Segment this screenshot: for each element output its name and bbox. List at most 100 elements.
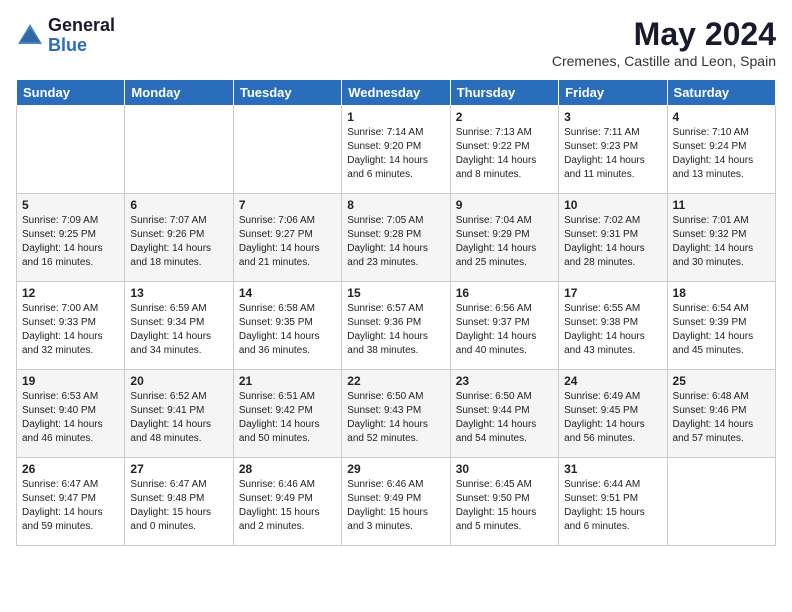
day-number: 8 (347, 198, 444, 212)
day-number: 17 (564, 286, 661, 300)
day-info: Sunrise: 7:11 AM Sunset: 9:23 PM Dayligh… (564, 126, 661, 182)
day-info: Sunrise: 7:05 AM Sunset: 9:28 PM Dayligh… (347, 214, 444, 270)
calendar-cell: 8 Sunrise: 7:05 AM Sunset: 9:28 PM Daylig… (342, 194, 450, 282)
header: General Blue May 2024 Cremenes, Castille… (16, 16, 776, 69)
day-info: Sunrise: 6:48 AM Sunset: 9:46 PM Dayligh… (673, 390, 770, 446)
day-number: 6 (130, 198, 227, 212)
day-number: 23 (456, 374, 553, 388)
day-number: 13 (130, 286, 227, 300)
week-row-1: 1Sunrise: 7:14 AM Sunset: 9:20 PM Daylig… (17, 106, 776, 194)
day-number: 19 (22, 374, 119, 388)
day-info: Sunrise: 7:07 AM Sunset: 9:26 PM Dayligh… (130, 214, 227, 270)
day-number: 22 (347, 374, 444, 388)
page: General Blue May 2024 Cremenes, Castille… (0, 0, 792, 556)
calendar-cell: 29Sunrise: 6:46 AM Sunset: 9:49 PM Dayli… (342, 458, 450, 546)
day-number: 26 (22, 462, 119, 476)
day-info: Sunrise: 6:59 AM Sunset: 9:34 PM Dayligh… (130, 302, 227, 358)
day-info: Sunrise: 6:54 AM Sunset: 9:39 PM Dayligh… (673, 302, 770, 358)
day-number: 7 (239, 198, 336, 212)
day-number: 31 (564, 462, 661, 476)
month-title: May 2024 (552, 16, 776, 53)
logo-blue-text: Blue (48, 36, 115, 56)
calendar-cell: 30Sunrise: 6:45 AM Sunset: 9:50 PM Dayli… (450, 458, 558, 546)
week-row-5: 26 Sunrise: 6:47 AM Sunset: 9:47 PM Dayli… (17, 458, 776, 546)
day-info: Sunrise: 6:50 AM Sunset: 9:43 PM Dayligh… (347, 390, 444, 446)
day-info: Sunrise: 7:13 AM Sunset: 9:22 PM Dayligh… (456, 126, 553, 182)
calendar-cell: 31 Sunrise: 6:44 AM Sunset: 9:51 PM Dayli… (559, 458, 667, 546)
day-number: 24 (564, 374, 661, 388)
day-number: 25 (673, 374, 770, 388)
calendar-cell: 5Sunrise: 7:09 AM Sunset: 9:25 PM Daylig… (17, 194, 125, 282)
calendar-cell: 1Sunrise: 7:14 AM Sunset: 9:20 PM Daylig… (342, 106, 450, 194)
week-row-4: 19 Sunrise: 6:53 AM Sunset: 9:40 PM Dayli… (17, 370, 776, 458)
day-number: 18 (673, 286, 770, 300)
day-number: 14 (239, 286, 336, 300)
day-number: 4 (673, 110, 770, 124)
day-number: 5 (22, 198, 119, 212)
calendar-cell: 6 Sunrise: 7:07 AM Sunset: 9:26 PM Daylig… (125, 194, 233, 282)
calendar-cell: 7 Sunrise: 7:06 AM Sunset: 9:27 PM Daylig… (233, 194, 341, 282)
calendar-table: SundayMondayTuesdayWednesdayThursdayFrid… (16, 79, 776, 546)
calendar-cell (125, 106, 233, 194)
day-info: Sunrise: 6:46 AM Sunset: 9:49 PM Dayligh… (239, 478, 336, 534)
calendar-cell: 27 Sunrise: 6:47 AM Sunset: 9:48 PM Dayli… (125, 458, 233, 546)
day-info: Sunrise: 6:47 AM Sunset: 9:48 PM Dayligh… (130, 478, 227, 534)
day-number: 9 (456, 198, 553, 212)
calendar-cell: 13 Sunrise: 6:59 AM Sunset: 9:34 PM Dayli… (125, 282, 233, 370)
day-info: Sunrise: 6:44 AM Sunset: 9:51 PM Dayligh… (564, 478, 661, 534)
logo: General Blue (16, 16, 115, 56)
title-block: May 2024 Cremenes, Castille and Leon, Sp… (552, 16, 776, 69)
day-number: 11 (673, 198, 770, 212)
calendar-cell: 26 Sunrise: 6:47 AM Sunset: 9:47 PM Dayli… (17, 458, 125, 546)
weekday-header-tuesday: Tuesday (233, 80, 341, 106)
day-number: 16 (456, 286, 553, 300)
day-info: Sunrise: 6:57 AM Sunset: 9:36 PM Dayligh… (347, 302, 444, 358)
weekday-header-friday: Friday (559, 80, 667, 106)
day-info: Sunrise: 7:10 AM Sunset: 9:24 PM Dayligh… (673, 126, 770, 182)
weekday-header-saturday: Saturday (667, 80, 775, 106)
calendar-cell: 4 Sunrise: 7:10 AM Sunset: 9:24 PM Daylig… (667, 106, 775, 194)
logo-text: General Blue (48, 16, 115, 56)
calendar-cell: 3 Sunrise: 7:11 AM Sunset: 9:23 PM Daylig… (559, 106, 667, 194)
weekday-header-row: SundayMondayTuesdayWednesdayThursdayFrid… (17, 80, 776, 106)
calendar-cell (233, 106, 341, 194)
day-info: Sunrise: 6:46 AM Sunset: 9:49 PM Dayligh… (347, 478, 444, 534)
weekday-header-thursday: Thursday (450, 80, 558, 106)
calendar-cell: 22 Sunrise: 6:50 AM Sunset: 9:43 PM Dayli… (342, 370, 450, 458)
weekday-header-monday: Monday (125, 80, 233, 106)
day-number: 21 (239, 374, 336, 388)
calendar-cell: 11Sunrise: 7:01 AM Sunset: 9:32 PM Dayli… (667, 194, 775, 282)
calendar-cell: 10 Sunrise: 7:02 AM Sunset: 9:31 PM Dayli… (559, 194, 667, 282)
day-info: Sunrise: 6:47 AM Sunset: 9:47 PM Dayligh… (22, 478, 119, 534)
calendar-cell: 23Sunrise: 6:50 AM Sunset: 9:44 PM Dayli… (450, 370, 558, 458)
calendar-cell: 2Sunrise: 7:13 AM Sunset: 9:22 PM Daylig… (450, 106, 558, 194)
day-info: Sunrise: 7:14 AM Sunset: 9:20 PM Dayligh… (347, 126, 444, 182)
calendar-cell: 21 Sunrise: 6:51 AM Sunset: 9:42 PM Dayli… (233, 370, 341, 458)
day-info: Sunrise: 6:51 AM Sunset: 9:42 PM Dayligh… (239, 390, 336, 446)
week-row-3: 12Sunrise: 7:00 AM Sunset: 9:33 PM Dayli… (17, 282, 776, 370)
calendar-cell: 16 Sunrise: 6:56 AM Sunset: 9:37 PM Dayli… (450, 282, 558, 370)
day-info: Sunrise: 6:53 AM Sunset: 9:40 PM Dayligh… (22, 390, 119, 446)
day-info: Sunrise: 7:06 AM Sunset: 9:27 PM Dayligh… (239, 214, 336, 270)
calendar-cell (667, 458, 775, 546)
day-info: Sunrise: 6:55 AM Sunset: 9:38 PM Dayligh… (564, 302, 661, 358)
day-info: Sunrise: 6:56 AM Sunset: 9:37 PM Dayligh… (456, 302, 553, 358)
day-info: Sunrise: 7:02 AM Sunset: 9:31 PM Dayligh… (564, 214, 661, 270)
calendar-cell: 14Sunrise: 6:58 AM Sunset: 9:35 PM Dayli… (233, 282, 341, 370)
logo-icon (16, 22, 44, 50)
day-info: Sunrise: 7:00 AM Sunset: 9:33 PM Dayligh… (22, 302, 119, 358)
calendar-cell: 24 Sunrise: 6:49 AM Sunset: 9:45 PM Dayli… (559, 370, 667, 458)
day-number: 27 (130, 462, 227, 476)
calendar-cell: 20 Sunrise: 6:52 AM Sunset: 9:41 PM Dayli… (125, 370, 233, 458)
calendar-cell (17, 106, 125, 194)
weekday-header-wednesday: Wednesday (342, 80, 450, 106)
day-number: 20 (130, 374, 227, 388)
day-info: Sunrise: 6:49 AM Sunset: 9:45 PM Dayligh… (564, 390, 661, 446)
day-number: 10 (564, 198, 661, 212)
day-info: Sunrise: 7:04 AM Sunset: 9:29 PM Dayligh… (456, 214, 553, 270)
calendar-cell: 19 Sunrise: 6:53 AM Sunset: 9:40 PM Dayli… (17, 370, 125, 458)
day-number: 3 (564, 110, 661, 124)
logo-general-text: General (48, 16, 115, 36)
day-info: Sunrise: 6:52 AM Sunset: 9:41 PM Dayligh… (130, 390, 227, 446)
calendar-cell: 17 Sunrise: 6:55 AM Sunset: 9:38 PM Dayli… (559, 282, 667, 370)
